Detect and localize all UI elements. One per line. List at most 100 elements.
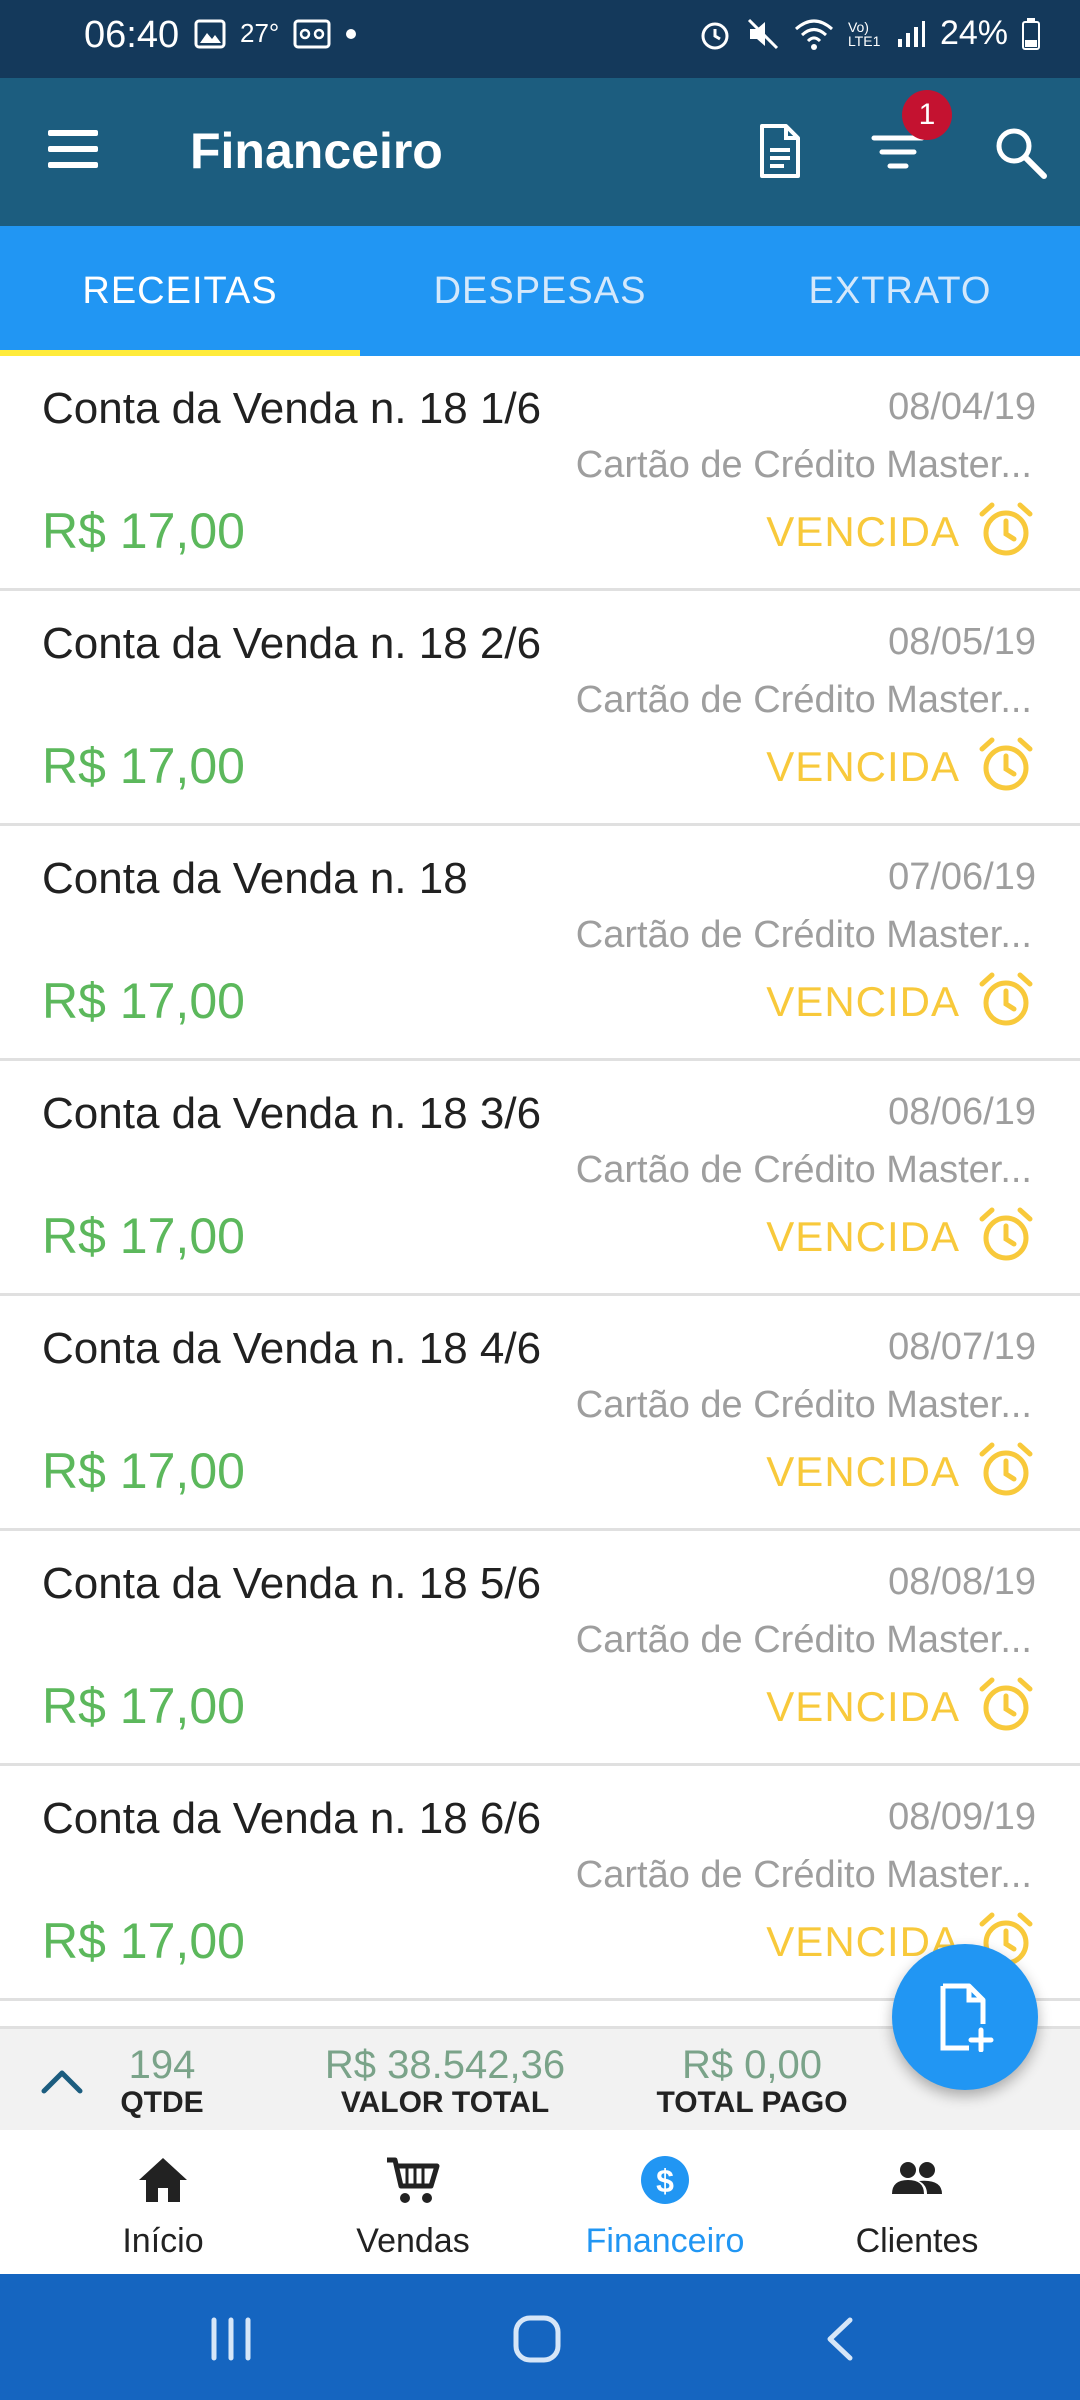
alarm-clock-icon [979, 1207, 1033, 1261]
list-item[interactable]: Conta da Venda n. 18 2/6 08/05/19 Cartão… [0, 591, 1080, 826]
item-payment-method: Cartão de Crédito Master... [575, 1854, 1032, 1896]
volte-icon: Vo) LTE1 [847, 18, 881, 49]
menu-icon[interactable] [48, 130, 98, 174]
summary-qtde: 194 QTDE [112, 2043, 212, 2120]
item-payment-method: Cartão de Crédito Master... [575, 444, 1032, 486]
item-amount: R$ 17,00 [42, 503, 245, 559]
nav-financeiro[interactable]: $ Financeiro [540, 2130, 790, 2274]
item-date: 07/06/19 [888, 856, 1036, 898]
item-title: Conta da Venda n. 18 3/6 [42, 1089, 542, 1138]
recent-apps-icon[interactable] [208, 2316, 254, 2362]
item-date: 08/06/19 [888, 1091, 1036, 1133]
home-icon [139, 2158, 187, 2202]
svg-text:$: $ [656, 2163, 674, 2199]
dollar-icon: $ [641, 2156, 689, 2204]
item-title: Conta da Venda n. 18 6/6 [42, 1794, 542, 1843]
item-amount: R$ 17,00 [42, 1678, 245, 1734]
item-date: 08/08/19 [888, 1561, 1036, 1603]
status-badge: VENCIDA [766, 743, 960, 790]
item-date: 08/05/19 [888, 621, 1036, 663]
status-badge: VENCIDA [766, 1683, 960, 1730]
list-item[interactable]: Conta da Venda n. 18 1/6 08/04/19 Cartão… [0, 356, 1080, 591]
tab-receitas[interactable]: RECEITAS [0, 226, 360, 356]
status-bar: 06:40 27° Vo) LTE1 24% [0, 0, 1080, 78]
summary-total: R$ 38.542,36 VALOR TOTAL [290, 2043, 600, 2120]
paid-value: R$ 0,00 [681, 2043, 823, 2087]
system-nav-bar [0, 2274, 1080, 2400]
voicemail-icon [293, 19, 331, 48]
item-amount: R$ 17,00 [42, 1913, 245, 1969]
paid-label: TOTAL PAGO [656, 2086, 848, 2119]
people-icon [892, 2162, 942, 2194]
list-item[interactable]: Conta da Venda n. 18 07/06/19 Cartão de … [0, 826, 1080, 1061]
item-amount: R$ 17,00 [42, 738, 245, 794]
dot-icon [346, 28, 357, 39]
alarm-clock-icon [979, 737, 1033, 791]
photo-icon [194, 19, 226, 48]
bottom-nav: Início Vendas $ Financeiro Clientes [0, 2130, 1080, 2274]
status-badge: VENCIDA [766, 508, 960, 555]
tab-bar: RECEITAS DESPESAS EXTRATO [0, 226, 1080, 356]
qtde-label: QTDE [120, 2086, 204, 2119]
home-button-icon[interactable] [512, 2314, 562, 2364]
item-title: Conta da Venda n. 18 [42, 854, 468, 903]
nav-inicio[interactable]: Início [38, 2130, 288, 2274]
nav-clientes[interactable]: Clientes [792, 2130, 1042, 2274]
list-item[interactable]: Conta da Venda n. 18 5/6 08/08/19 Cartão… [0, 1531, 1080, 1766]
status-badge: VENCIDA [766, 1213, 960, 1260]
item-payment-method: Cartão de Crédito Master... [575, 914, 1032, 956]
cart-icon [387, 2157, 440, 2203]
filter-badge: 1 [902, 90, 952, 140]
item-date: 08/07/19 [888, 1326, 1036, 1368]
battery-icon [1022, 17, 1040, 50]
item-date: 08/04/19 [888, 386, 1036, 428]
item-payment-method: Cartão de Crédito Master... [575, 1384, 1032, 1426]
app-bar: Financeiro 1 [0, 78, 1080, 226]
page-title: Financeiro [190, 123, 443, 179]
document-icon[interactable] [750, 122, 808, 180]
temperature: 27° [240, 18, 280, 48]
item-title: Conta da Venda n. 18 2/6 [42, 619, 542, 668]
receitas-list: Conta da Venda n. 18 1/6 08/04/19 Cartão… [0, 356, 1080, 2026]
item-title: Conta da Venda n. 18 1/6 [42, 384, 542, 433]
alarm-clock-icon [979, 1677, 1033, 1731]
nav-vendas[interactable]: Vendas [288, 2130, 538, 2274]
item-payment-method: Cartão de Crédito Master... [575, 1149, 1032, 1191]
chevron-up-icon[interactable] [40, 2065, 84, 2095]
list-item[interactable]: Conta da Venda n. 18 3/6 08/06/19 Cartão… [0, 1061, 1080, 1296]
item-amount: R$ 17,00 [42, 1208, 245, 1264]
alarm-icon [701, 22, 729, 49]
alarm-clock-icon [979, 1442, 1033, 1496]
total-value: R$ 38.542,36 [324, 2043, 566, 2087]
item-payment-method: Cartão de Crédito Master... [575, 679, 1032, 721]
nav-label: Financeiro [585, 2222, 745, 2260]
status-badge: VENCIDA [766, 1448, 960, 1495]
qtde-value: 194 [128, 2043, 196, 2087]
alarm-clock-icon [979, 502, 1033, 556]
add-document-icon [940, 1983, 994, 2052]
list-item[interactable]: Conta da Venda n. 18 4/6 08/07/19 Cartão… [0, 1296, 1080, 1531]
item-title: Conta da Venda n. 18 4/6 [42, 1324, 542, 1373]
item-date: 08/09/19 [888, 1796, 1036, 1838]
tab-despesas[interactable]: DESPESAS [360, 226, 720, 356]
status-badge: VENCIDA [766, 978, 960, 1025]
back-icon[interactable] [818, 2316, 864, 2362]
item-amount: R$ 17,00 [42, 973, 245, 1029]
search-icon[interactable] [990, 122, 1050, 182]
wifi-icon [794, 19, 833, 50]
item-amount: R$ 17,00 [42, 1443, 245, 1499]
signal-icon [897, 20, 925, 47]
item-title: Conta da Venda n. 18 5/6 [42, 1559, 542, 1608]
alarm-clock-icon [979, 972, 1033, 1026]
total-label: VALOR TOTAL [340, 2086, 550, 2119]
nav-label: Vendas [356, 2222, 470, 2260]
add-document-button[interactable] [892, 1944, 1038, 2090]
status-time: 06:40 [84, 14, 180, 56]
item-payment-method: Cartão de Crédito Master... [575, 1619, 1032, 1661]
tab-extrato[interactable]: EXTRATO [720, 226, 1080, 356]
battery-percent: 24% [939, 14, 1008, 52]
mute-icon [747, 18, 778, 49]
nav-label: Clientes [855, 2222, 979, 2260]
nav-label: Início [122, 2222, 204, 2260]
summary-paid: R$ 0,00 TOTAL PAGO [640, 2043, 864, 2120]
